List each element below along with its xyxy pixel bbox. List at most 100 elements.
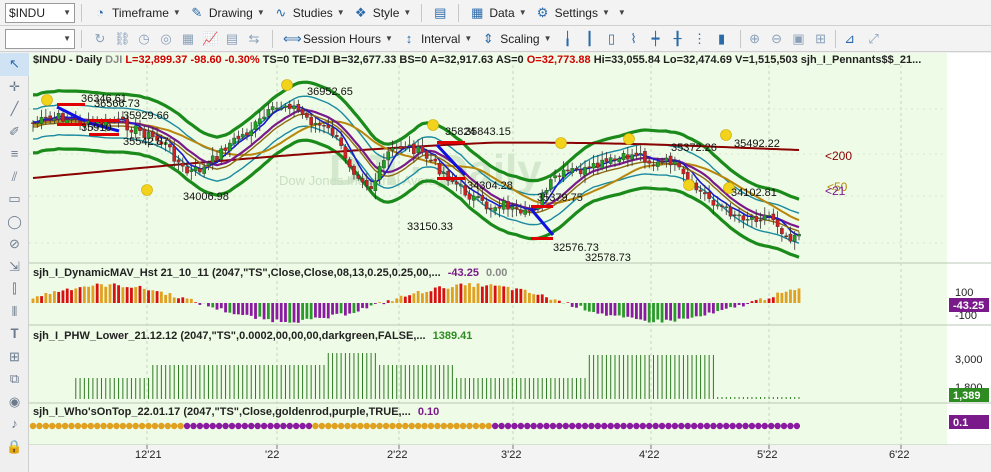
renko-icon[interactable]: ▮ [714,31,730,47]
lock-icon[interactable]: 🔒 [0,436,29,459]
data-button[interactable]: ▦ Data ▼ [465,2,530,24]
pointer-icon[interactable]: ↖ [0,53,29,76]
whosontop-dot [421,422,428,430]
bar-chart-icon[interactable]: ╽ [560,31,576,47]
candle-body [673,161,677,165]
clock-icon[interactable]: ◷ [136,31,152,47]
symbol-input[interactable]: $INDU ▼ [5,2,75,23]
crosshair-icon[interactable]: ⊞ [813,31,829,47]
chevron-down-icon: ▼ [385,34,393,43]
dmav-hist-bar [31,298,35,303]
candle-body [681,168,686,175]
panel-2-label[interactable]: sjh_I_DynamicMAV_Hst 21_10_11 (2047,"TS"… [33,267,507,279]
dmav-hist-bar [570,303,574,307]
candle-body [249,130,254,137]
candle-chart-icon[interactable]: ┃ [582,31,598,47]
ohlc-icon[interactable]: ┿ [648,31,664,47]
refresh-icon[interactable]: ↻ [92,31,108,47]
dmav-hist-bar [369,303,373,306]
whosontop-dot [716,422,724,430]
point-figure-icon[interactable]: ⋮ [692,31,708,47]
pennant-dot [555,137,567,149]
new-chart-icon[interactable]: ⊿ [842,31,858,47]
pennant-dot [41,94,53,106]
time-label: 2'22 [387,449,407,461]
dmav-hist-bar [545,297,548,303]
chevron-down-icon: ▼ [336,8,345,17]
whosontop-dot [106,422,114,430]
price-label: 35843.15 [465,126,511,138]
channel-icon[interactable]: ⫽ [0,166,29,189]
dmav-hist-bar [147,290,150,303]
session-hours-button[interactable]: ⟺ Session Hours ▼ [279,28,397,50]
dmav-hist-bar [682,303,685,319]
candle-body [377,166,382,180]
settings-button[interactable]: ⚙ Settings ▼ [531,2,614,24]
dmav-hist-bar [279,303,283,323]
dmav-hist-bar [575,303,578,308]
drawing-button[interactable]: ✎ Drawing ▼ [185,2,269,24]
line-chart-icon[interactable]: ⌇ [626,31,642,47]
dmav-hist-bar [142,288,146,303]
eye-icon[interactable]: ◉ [0,391,29,414]
dmav-hist-bar [643,303,647,321]
lines-icon[interactable]: ⫿ [0,278,29,301]
chevron-down-icon[interactable]: ▼ [63,8,71,17]
dmav-value-badge-text: -43.25 [953,300,984,312]
heikin-icon[interactable]: ╂ [670,31,686,47]
dmav-hist-bar [780,292,784,303]
gann-icon[interactable]: ⊘ [0,233,29,256]
candle-body [647,160,652,164]
zoom-out-icon[interactable]: ⊖ [769,31,785,47]
dmav-hist-bar [100,284,103,303]
studies-button[interactable]: ∿ Studies ▼ [269,2,349,24]
candle-body [613,158,617,161]
dmav-hist-bar [241,303,245,315]
interval-button[interactable]: ↕ Interval ▼ [397,28,476,50]
whosontop-dot [164,422,171,430]
grid-icon[interactable]: ▦ [180,31,196,47]
bars-icon[interactable]: ⦀ [0,301,29,324]
compare-icon[interactable]: ⇆ [246,31,262,47]
chart-icon[interactable]: 📈 [202,31,218,47]
pattern-icon[interactable]: ⧉ [0,368,29,391]
interval-input[interactable]: ▼ [5,28,75,49]
ellipse-icon[interactable]: ◯ [0,211,29,234]
price-label: 32576.73 [553,242,599,254]
whosontop-dot [215,422,223,430]
dmav-hist-bar [61,290,65,303]
candle-body [660,160,664,163]
chart-area[interactable]: DJI · Daily Dow Jones Industrial Average… [29,53,991,472]
candle-hollow-icon[interactable]: ▯ [604,31,620,47]
fibonacci-icon[interactable]: ≡ [0,143,29,166]
text-icon[interactable]: 𝐓 [0,323,29,346]
whosontop-dot [299,422,306,430]
dmav-hist-bar [498,285,501,303]
layout-button[interactable]: ▤ [428,2,452,24]
candle-body [364,180,369,186]
crosshair-tool-icon[interactable]: ✛ [0,76,29,99]
dmav-hist-bar [121,287,125,303]
wrench-icon[interactable]: ✐ [0,121,29,144]
zoom-fit-icon[interactable]: ▣ [791,31,807,47]
timeframe-button[interactable]: ◔ Timeframe ▼ [88,2,185,24]
candle-body [352,166,356,175]
gauge-icon[interactable]: ◎ [158,31,174,47]
scaling-button[interactable]: ⇕ Scaling ▼ [476,28,555,50]
grid-lines-icon[interactable]: ⊞ [0,346,29,369]
measure-icon[interactable]: ⇲ [0,256,29,279]
panel-4-label[interactable]: sjh_I_Who'sOnTop_22.01.17 (2047,"TS",Clo… [33,406,439,418]
table-icon[interactable]: ▤ [224,31,240,47]
sound-icon[interactable]: ♪ [0,413,29,436]
dmav-hist-bar [600,303,604,314]
zoom-in-icon[interactable]: ⊕ [747,31,763,47]
link-icon[interactable]: ⛓ [114,31,131,47]
candle-body [454,181,459,185]
panel-3-label[interactable]: sjh_I_PHW_Lower_21.12.12 (2047,"TS",0.00… [33,330,472,342]
fullscreen-icon[interactable]: ⤢ [866,31,882,47]
chevron-down-icon[interactable]: ▼ [63,34,71,43]
style-button[interactable]: ❖ Style ▼ [349,2,416,24]
trendline-icon[interactable]: ╱ [0,98,29,121]
overflow-button[interactable]: ▼ [614,2,630,24]
rectangle-icon[interactable]: ▭ [0,188,29,211]
